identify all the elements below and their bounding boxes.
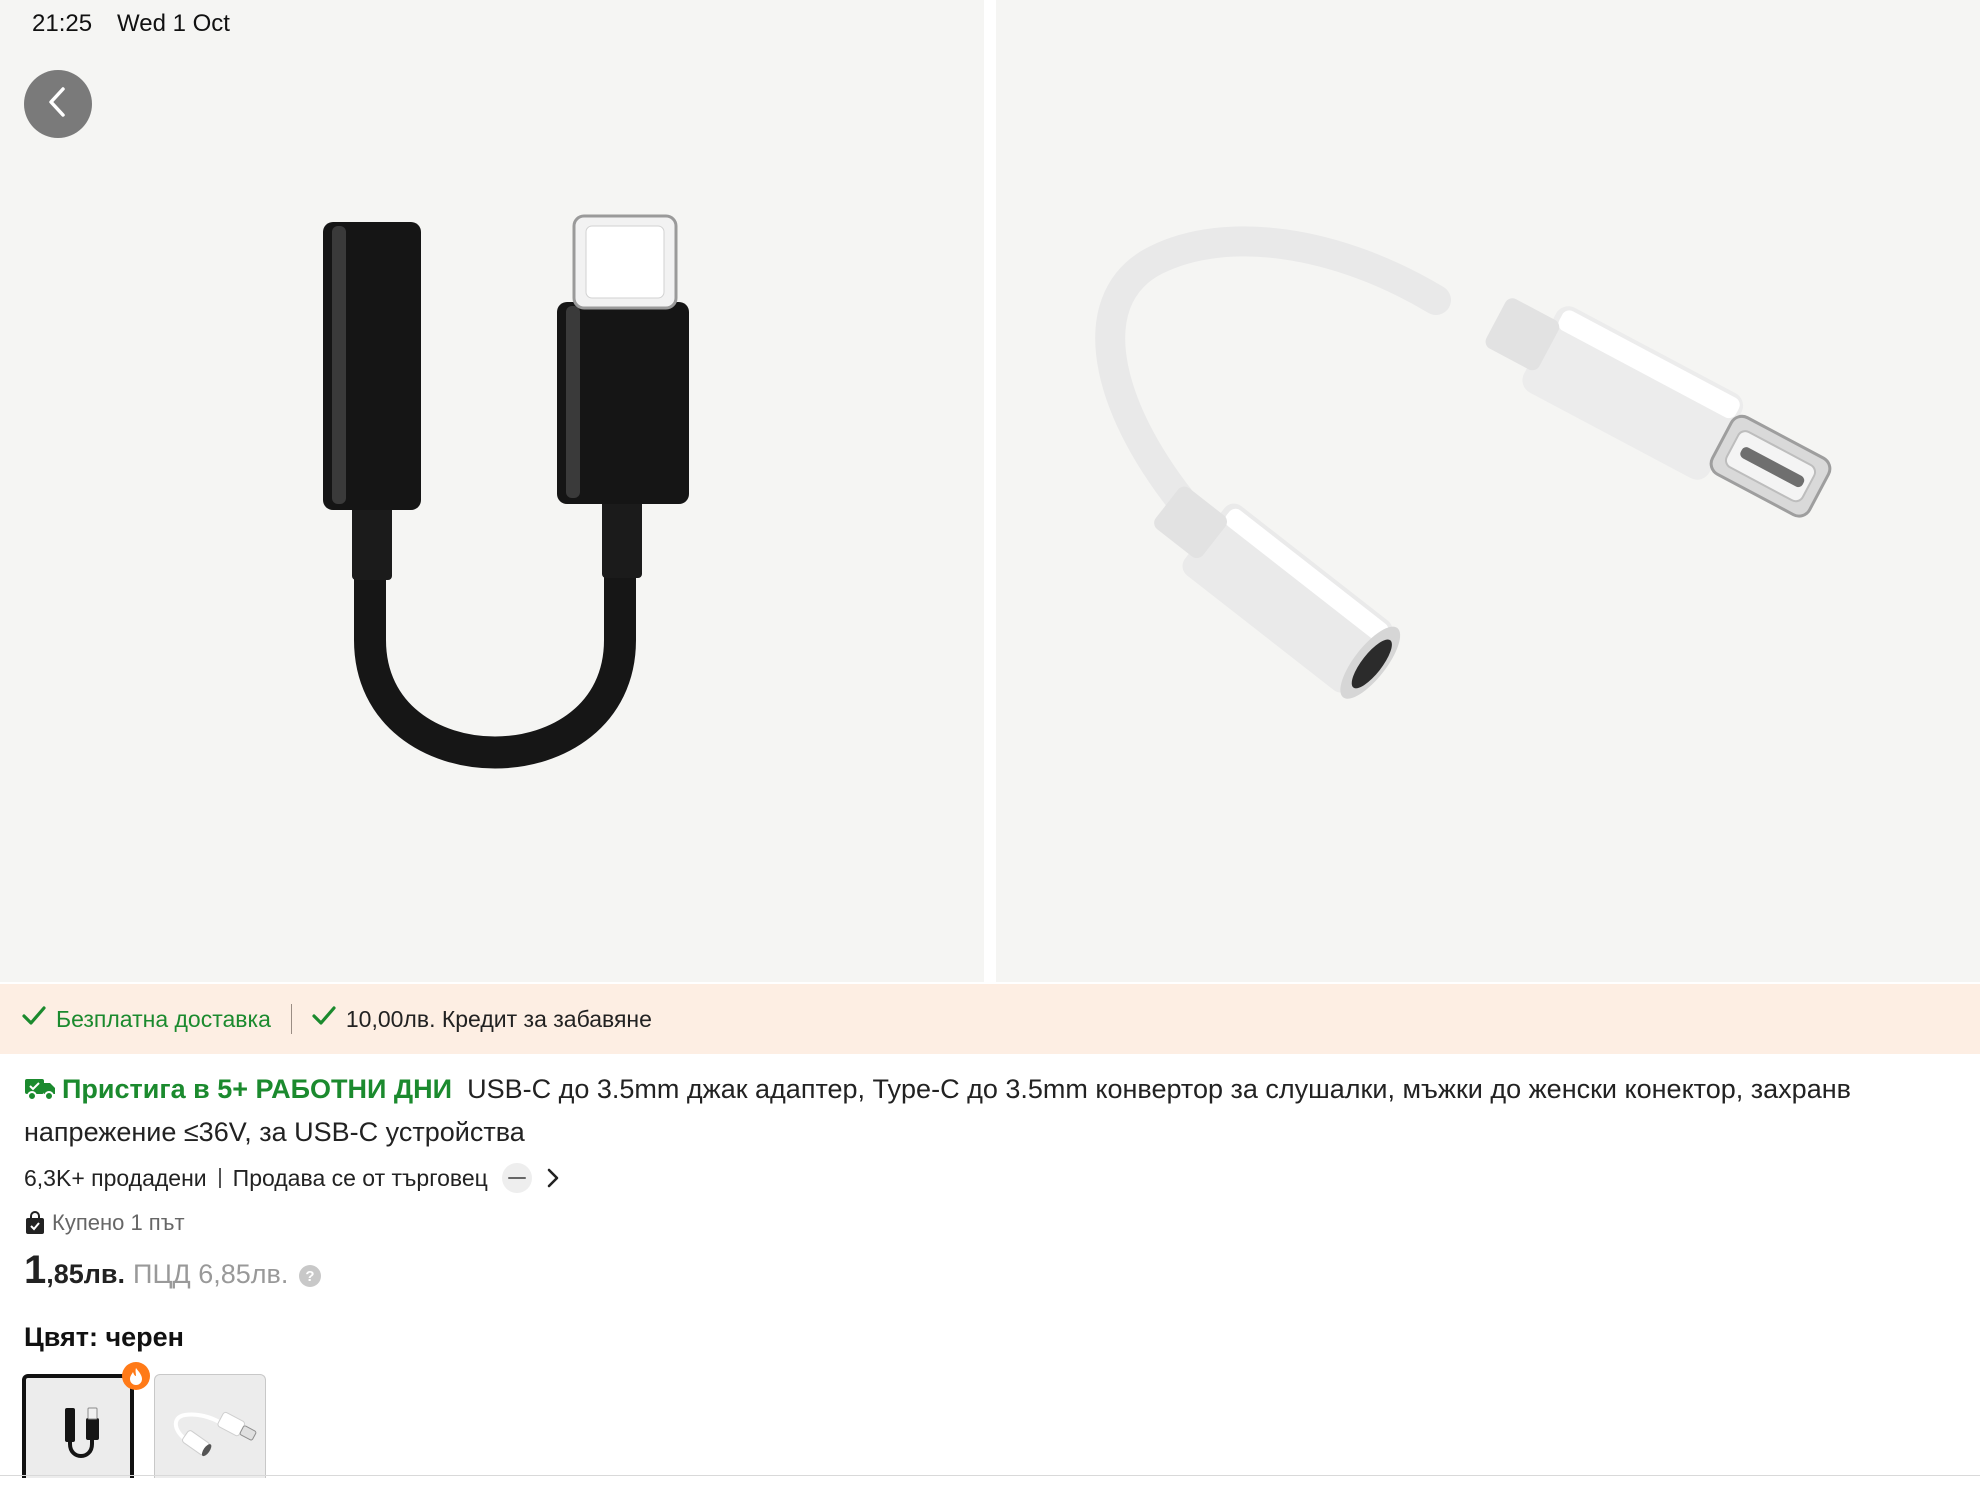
product-title: Пристига в 5+ РАБОТНИ ДНИ USB-C до 3.5mm… — [24, 1070, 1980, 1152]
color-swatch-black[interactable] — [22, 1374, 134, 1478]
delay-credit-label: 10,00лв. Кредит за забавяне — [345, 1005, 652, 1032]
hot-item-badge-icon — [122, 1362, 150, 1390]
benefits-bar[interactable]: Безплатна доставка 10,00лв. Кредит за за… — [0, 984, 1980, 1054]
sold-count: 6,3K+ продадени — [24, 1164, 207, 1191]
check-icon — [312, 1005, 336, 1033]
delay-credit-benefit[interactable]: 10,00лв. Кредит за забавяне — [312, 1005, 652, 1033]
title-text-1: USB-C до 3.5mm джак адаптер, Type-C до 3… — [467, 1074, 1851, 1104]
price-integer: 1 — [24, 1248, 47, 1292]
shopping-bag-icon — [24, 1211, 46, 1235]
free-shipping-benefit[interactable]: Безплатна доставка — [22, 1005, 271, 1033]
color-label-key: Цвят: — [24, 1322, 98, 1352]
status-time: 21:25 — [32, 10, 93, 37]
color-label-value: черен — [105, 1322, 184, 1352]
vat-price: ПЦД 6,85лв. — [133, 1259, 289, 1289]
seller-text[interactable]: Продава се от търговец — [233, 1165, 488, 1192]
bottom-divider — [0, 1475, 1980, 1476]
check-icon — [22, 1005, 46, 1033]
product-image-white[interactable] — [996, 0, 1980, 982]
price-row: 1 ,85лв. ПЦД 6,85лв. ? — [24, 1248, 322, 1304]
help-icon[interactable]: ? — [298, 1264, 322, 1288]
gallery-divider — [984, 0, 996, 982]
title-line-1: Пристига в 5+ РАБОТНИ ДНИ USB-C до 3.5mm… — [24, 1070, 1980, 1113]
benefits-divider — [290, 1004, 292, 1034]
price-fraction: ,85лв. — [46, 1259, 126, 1289]
sales-seller-row[interactable]: 6,3K+ продадени Продава се от търговец — [24, 1160, 560, 1196]
status-bar: 21:25 Wed 1 Oct — [0, 0, 1980, 48]
chevron-right-icon[interactable] — [546, 1167, 560, 1189]
seller-logo-icon[interactable] — [501, 1163, 532, 1193]
color-label: Цвят: черен — [24, 1322, 184, 1353]
product-gallery[interactable] — [0, 0, 1980, 982]
product-image-black[interactable] — [0, 0, 984, 982]
meta-divider — [218, 1168, 221, 1188]
delivery-truck-icon — [24, 1074, 56, 1113]
purchased-count: Купено 1 път — [52, 1210, 185, 1235]
status-date: Wed 1 Oct — [117, 10, 230, 37]
free-shipping-label: Безплатна доставка — [56, 1005, 271, 1032]
arrival-estimate: Пристига в 5+ РАБОТНИ ДНИ — [62, 1074, 453, 1104]
title-line-2: напрежение ≤36V, за USB-C устройства — [24, 1117, 525, 1147]
back-button[interactable] — [24, 70, 92, 138]
purchased-info: Купено 1 път — [24, 1206, 185, 1240]
chevron-left-icon — [43, 85, 73, 124]
svg-text:?: ? — [306, 1268, 315, 1285]
color-swatch-white[interactable] — [154, 1374, 266, 1478]
